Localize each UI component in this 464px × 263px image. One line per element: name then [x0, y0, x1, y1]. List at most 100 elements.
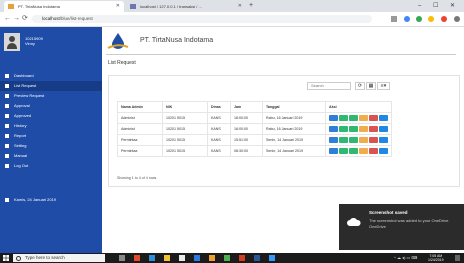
- edit-button[interactable]: [349, 148, 358, 154]
- sidebar-item-report[interactable]: Report: [0, 131, 102, 141]
- view-button[interactable]: [329, 126, 338, 132]
- upload-button[interactable]: [379, 115, 388, 121]
- refresh-button[interactable]: ⟳: [355, 82, 365, 90]
- upload-button[interactable]: [379, 148, 388, 154]
- approve-button[interactable]: [339, 148, 348, 154]
- extension-icon[interactable]: [404, 16, 410, 22]
- mail-icon[interactable]: [194, 255, 200, 261]
- toast-title: Screenshot saved: [369, 210, 408, 215]
- view-button[interactable]: [329, 137, 338, 143]
- column-header[interactable]: NIK: [162, 101, 208, 113]
- close-window-button[interactable]: ✕: [450, 1, 455, 11]
- chrome-icon[interactable]: [224, 255, 230, 261]
- task-view-icon[interactable]: [119, 255, 125, 261]
- cell-tanggal: Rabu, 16 Januari 2019: [262, 112, 326, 124]
- column-header[interactable]: Nama Admin: [117, 101, 163, 113]
- close-tab-icon[interactable]: ✕: [116, 1, 120, 12]
- tab-active[interactable]: PT. TirtaNusa Indotama ✕: [4, 1, 124, 12]
- approve-button[interactable]: [339, 115, 348, 121]
- print-button[interactable]: [359, 137, 368, 143]
- history-icon: [5, 124, 9, 128]
- sidebar-item-manual[interactable]: Manual: [0, 151, 102, 161]
- sidebar-item-logout[interactable]: Log Out: [0, 161, 102, 171]
- reload-button[interactable]: ⟳: [22, 15, 28, 23]
- cell-actions: [325, 123, 392, 135]
- user-info: 10215909 Vinny: [25, 36, 43, 46]
- cell-actions: [325, 145, 392, 157]
- profile-avatar[interactable]: [454, 16, 460, 22]
- edit-button[interactable]: [349, 137, 358, 143]
- favicon-icon: [8, 4, 14, 9]
- cell-jam: 16:00:00: [230, 123, 263, 135]
- back-button[interactable]: ←: [4, 15, 11, 23]
- check-icon: [5, 104, 9, 108]
- print-button[interactable]: [359, 115, 368, 121]
- taskbar-clock[interactable]: 7:05 AM 1/24/2019: [428, 254, 444, 262]
- column-header[interactable]: Tanggal: [262, 101, 326, 113]
- search-input[interactable]: [307, 82, 351, 90]
- edit-button[interactable]: [349, 115, 358, 121]
- sidebar-item-dashboard[interactable]: Dashboard: [0, 71, 102, 81]
- view-button[interactable]: [329, 115, 338, 121]
- print-button[interactable]: [359, 148, 368, 154]
- new-tab-button[interactable]: +: [249, 1, 253, 11]
- sidebar-item-list-request[interactable]: List Request: [0, 81, 102, 91]
- notification-icon[interactable]: [455, 255, 460, 261]
- approved-icon: [5, 114, 9, 118]
- print-button[interactable]: [359, 126, 368, 132]
- upload-button[interactable]: [379, 137, 388, 143]
- screenshot-toast[interactable]: Screenshot saved The screenshot was adde…: [339, 204, 464, 250]
- divider: [106, 54, 456, 55]
- taskbar: Type here to search ^ ☁ ◂) ▭ ⌨ 7:05 AM 1…: [0, 253, 464, 263]
- delete-button[interactable]: [369, 148, 378, 154]
- sidebar-item-label: Report: [14, 133, 27, 138]
- delete-button[interactable]: [369, 137, 378, 143]
- star-icon[interactable]: [391, 16, 397, 22]
- sidebar-date: Kamis, 24 Januari 2019: [0, 195, 102, 205]
- extension-icon[interactable]: [416, 16, 422, 22]
- export-button[interactable]: ≡▾: [377, 82, 390, 90]
- extension-icon[interactable]: [441, 16, 447, 22]
- file-explorer-icon[interactable]: [164, 255, 170, 261]
- view-button[interactable]: [329, 148, 338, 154]
- brand-name: PT. TirtaNusa Indotama: [140, 37, 214, 44]
- system-tray[interactable]: ^ ☁ ◂) ▭ ⌨: [394, 255, 417, 260]
- column-header[interactable]: Aksi: [325, 101, 392, 113]
- edit-button[interactable]: [349, 126, 358, 132]
- sidebar-item-label: Setting: [14, 143, 27, 148]
- app-icon[interactable]: [209, 255, 215, 261]
- sidebar-item-setting[interactable]: Setting: [0, 141, 102, 151]
- app-icon[interactable]: [239, 255, 245, 261]
- maximize-button[interactable]: ☐: [433, 1, 438, 11]
- sidebar-item-approval[interactable]: Approval: [0, 101, 102, 111]
- approve-button[interactable]: [339, 126, 348, 132]
- taskbar-search-input[interactable]: Type here to search: [13, 254, 105, 262]
- columns-button[interactable]: ▦: [366, 82, 376, 90]
- close-tab-icon[interactable]: ✕: [238, 1, 242, 12]
- store-icon[interactable]: [179, 255, 185, 261]
- extension-icon[interactable]: [428, 16, 434, 22]
- tab-title: localhost / 127.0.0.1 / transaksi / ...: [140, 4, 202, 9]
- delete-button[interactable]: [369, 126, 378, 132]
- sidebar-item-history[interactable]: History: [0, 121, 102, 131]
- sidebar: 10215909 Vinny Dashboard List Request Pr…: [0, 27, 102, 253]
- delete-button[interactable]: [369, 115, 378, 121]
- app-icon[interactable]: [269, 255, 275, 261]
- column-header[interactable]: Jam: [230, 101, 263, 113]
- url-input[interactable]: localhost/blue/list-request: [32, 15, 372, 23]
- forward-button[interactable]: →: [13, 15, 20, 23]
- edge-icon[interactable]: [149, 255, 155, 261]
- cell-dinas: KANS: [207, 145, 231, 157]
- windows-start-icon[interactable]: [3, 255, 9, 261]
- approve-button[interactable]: [339, 137, 348, 143]
- column-header[interactable]: Dinas: [207, 101, 231, 113]
- tab-inactive[interactable]: localhost / 127.0.0.1 / transaksi / ... …: [126, 1, 246, 12]
- upload-button[interactable]: [379, 126, 388, 132]
- app-icon[interactable]: [134, 255, 140, 261]
- sidebar-item-preview-request[interactable]: Preview Request: [0, 91, 102, 101]
- word-icon[interactable]: [254, 255, 260, 261]
- cell-tanggal: Senin, 14 Januari 2019: [262, 134, 326, 146]
- sidebar-item-approved[interactable]: Approved: [0, 111, 102, 121]
- tab-title: PT. TirtaNusa Indotama: [18, 4, 60, 9]
- minimize-button[interactable]: –: [418, 1, 421, 11]
